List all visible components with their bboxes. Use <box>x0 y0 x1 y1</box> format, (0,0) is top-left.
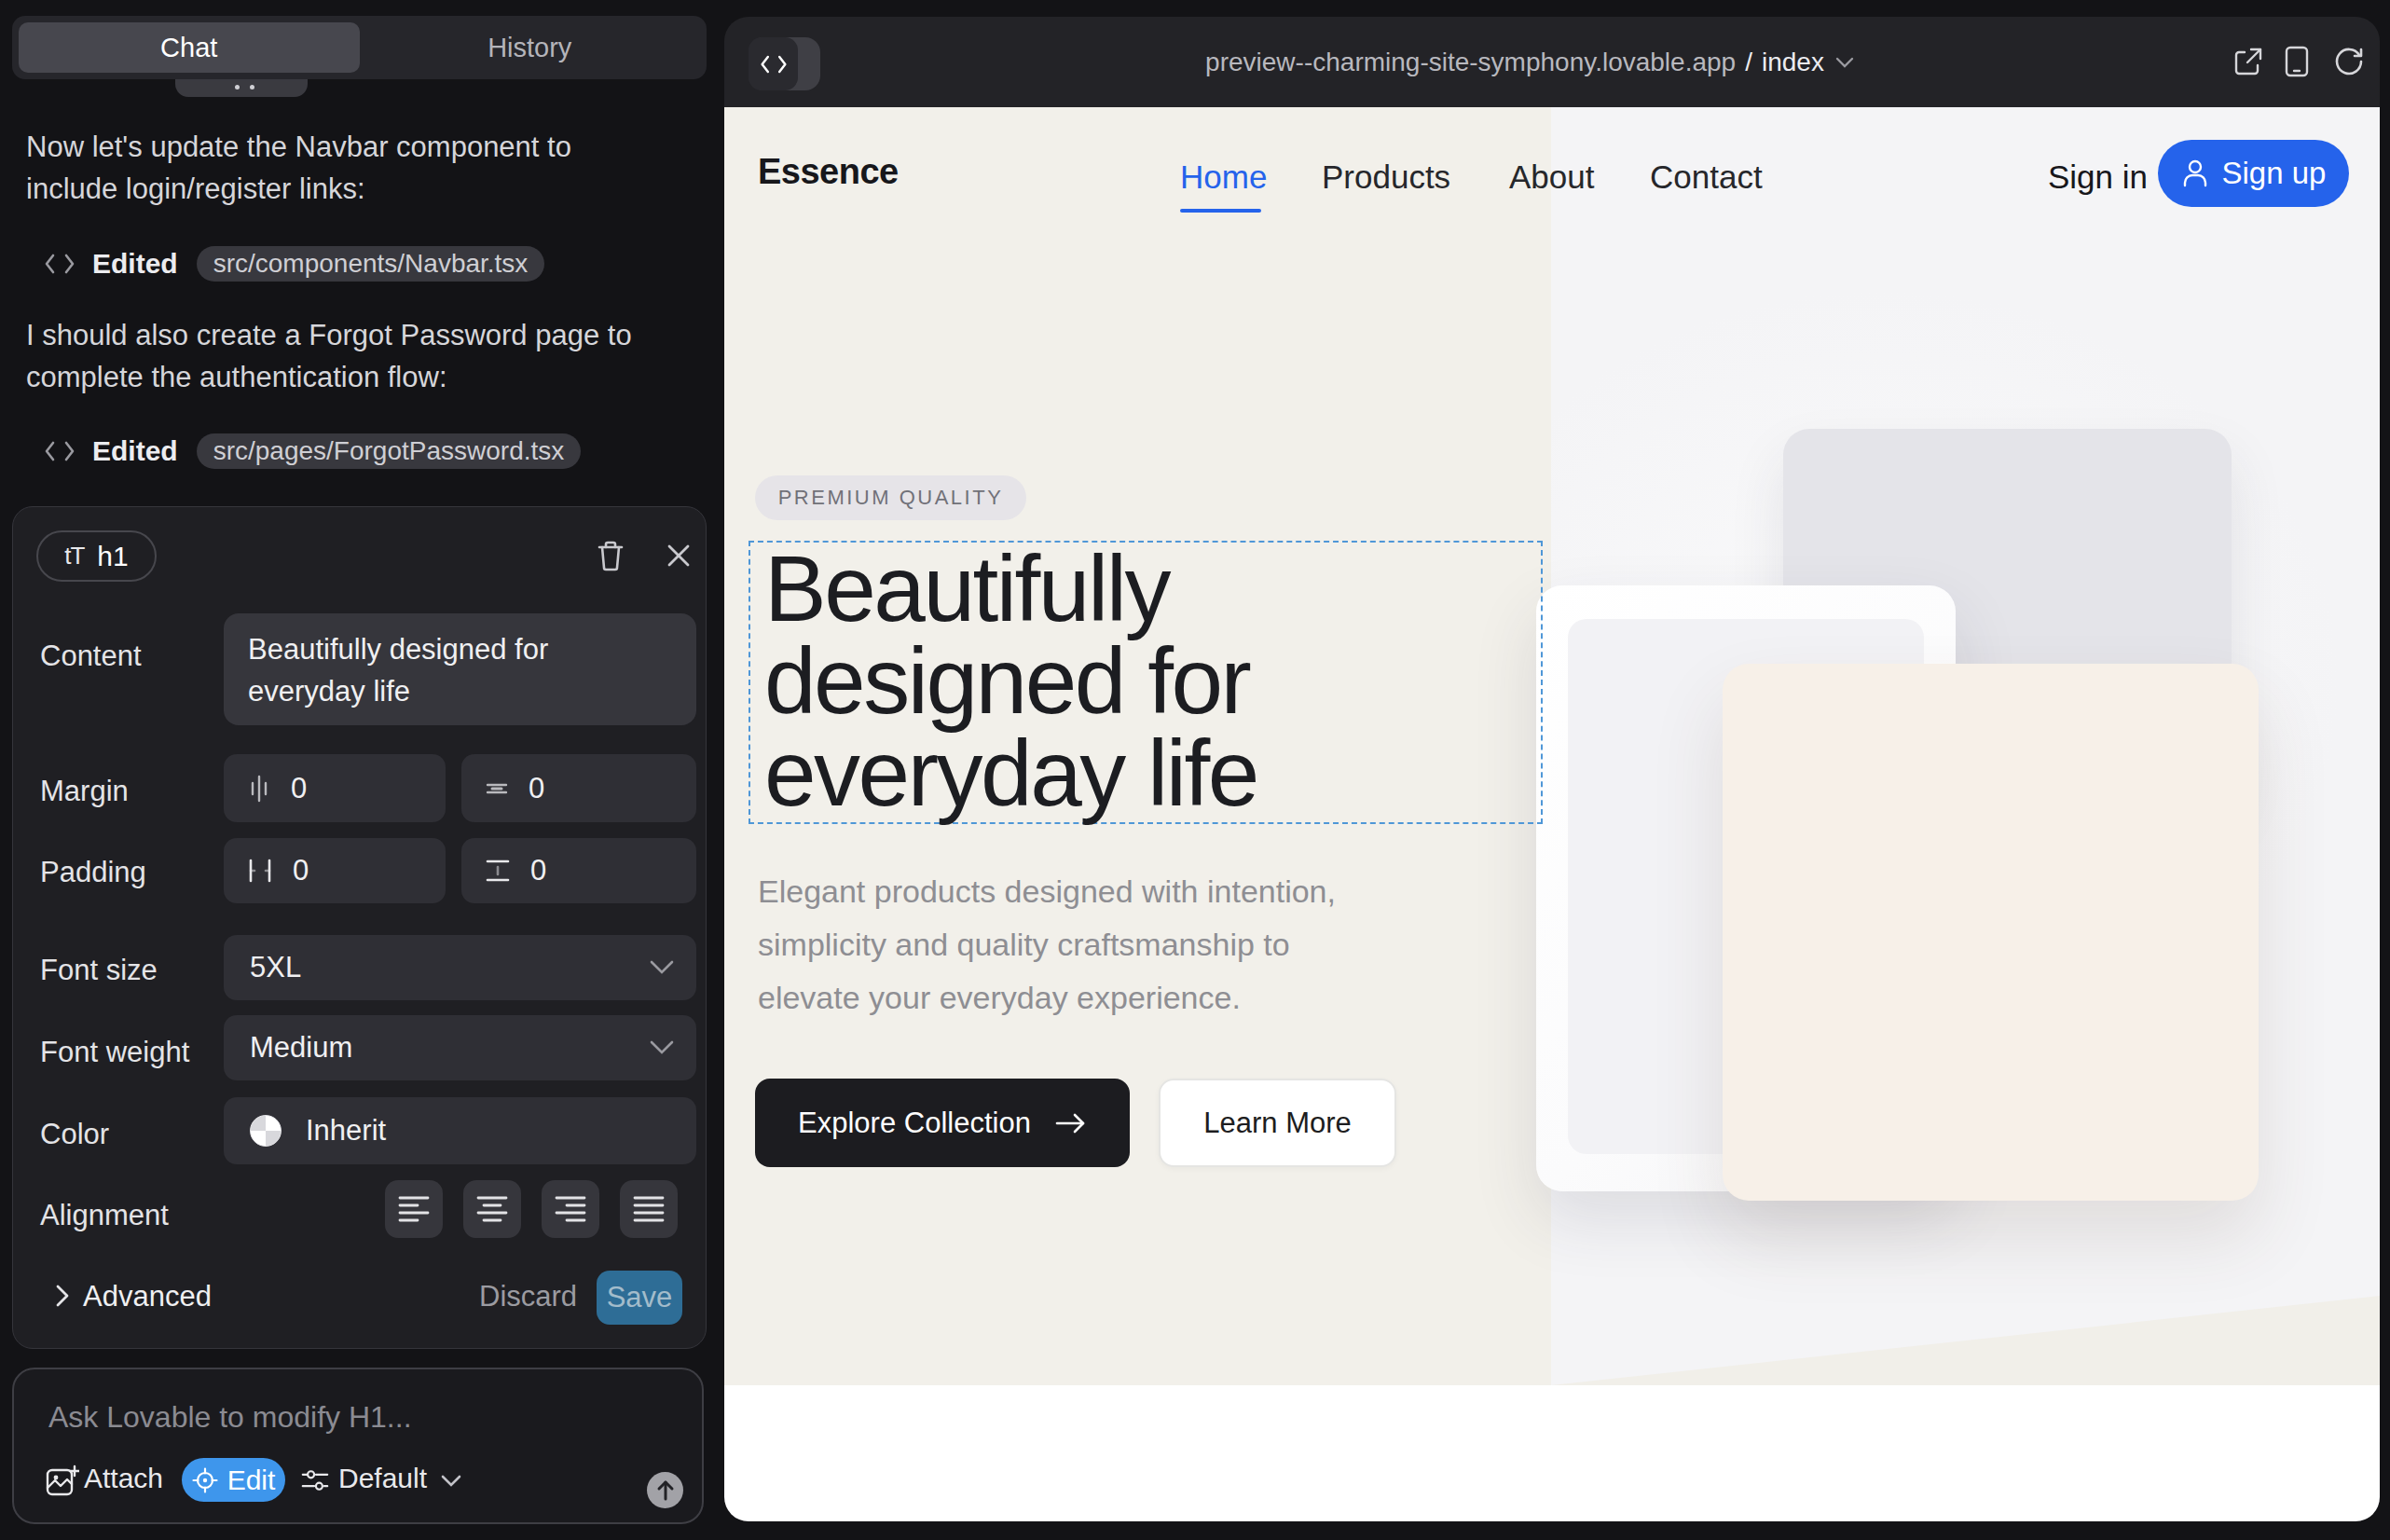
alignment-label: Alignment <box>40 1199 169 1232</box>
url-domain: preview--charming-site-symphony.lovable.… <box>1205 48 1736 77</box>
sliders-icon <box>301 1466 329 1494</box>
url-separator: / <box>1745 48 1752 77</box>
attach-button[interactable]: Attach <box>84 1463 163 1494</box>
discard-button[interactable]: Discard <box>479 1280 577 1313</box>
url-bar[interactable]: preview--charming-site-symphony.lovable.… <box>724 17 2380 107</box>
chat-history-tabs: Chat History <box>12 16 707 79</box>
padding-y-input[interactable]: 0 <box>461 838 696 903</box>
font-weight-label: Font weight <box>40 1036 189 1069</box>
arrow-right-icon <box>1055 1112 1087 1134</box>
margin-x-input[interactable]: 0 <box>224 754 446 822</box>
color-select[interactable]: Inherit <box>224 1097 696 1164</box>
element-tag-label: h1 <box>97 541 128 572</box>
code-icon <box>44 440 76 462</box>
learn-more-button[interactable]: Learn More <box>1159 1079 1396 1167</box>
edited-file-badge[interactable]: src/pages/ForgotPassword.tsx <box>197 433 582 469</box>
align-left-button[interactable] <box>385 1180 443 1238</box>
edit-mode-button[interactable]: Edit <box>182 1458 285 1502</box>
lovable-app: Chat History Now let's update the Navbar… <box>0 0 2390 1540</box>
open-external-icon[interactable] <box>2232 46 2264 77</box>
close-icon[interactable] <box>660 537 697 574</box>
chevron-right-icon <box>54 1284 71 1308</box>
color-swatch <box>250 1115 282 1147</box>
margin-label: Margin <box>40 775 129 808</box>
font-size-label: Font size <box>40 954 158 987</box>
hero-heading[interactable]: Beautifully designed for everyday life <box>764 543 1257 819</box>
chevron-down-icon <box>441 1475 461 1488</box>
font-weight-select[interactable]: Medium <box>224 1015 696 1080</box>
nav-contact[interactable]: Contact <box>1650 158 1763 196</box>
edited-file-badge[interactable]: src/components/Navbar.tsx <box>197 246 545 282</box>
site-logo[interactable]: Essence <box>758 152 899 192</box>
signup-button[interactable]: Sign up <box>2158 140 2349 207</box>
chat-message: I should also create a Forgot Password p… <box>26 314 632 398</box>
site-preview: PREMIUM QUALITY Beautifully designed for… <box>724 107 2380 1521</box>
attach-icon <box>46 1464 79 1496</box>
padding-horizontal-icon <box>246 857 274 885</box>
align-right-button[interactable] <box>542 1180 599 1238</box>
content-label: Content <box>40 639 142 673</box>
selected-element-outline[interactable]: Beautifully designed for everyday life <box>749 541 1543 824</box>
mode-select[interactable]: Default <box>338 1463 427 1494</box>
text-type-icon: tT <box>64 542 84 571</box>
hero-paragraph: Elegant products designed with intention… <box>758 865 1336 1024</box>
composer-input[interactable]: Ask Lovable to modify H1... <box>48 1400 412 1435</box>
chat-message: Now let's update the Navbar component to… <box>26 126 571 210</box>
explore-collection-button[interactable]: Explore Collection <box>755 1079 1130 1167</box>
chevron-down-icon <box>650 960 674 975</box>
arrow-up-icon <box>656 1479 675 1502</box>
nav-home[interactable]: Home <box>1180 158 1267 196</box>
url-page: index <box>1762 48 1824 77</box>
element-editor-panel: tT h1 Content Beautifully designed for e… <box>12 506 707 1349</box>
save-button[interactable]: Save <box>597 1271 682 1325</box>
nav-products[interactable]: Products <box>1322 158 1450 196</box>
align-center-button[interactable] <box>463 1180 521 1238</box>
edited-label: Edited <box>92 248 178 280</box>
delete-icon[interactable] <box>592 537 629 574</box>
send-button[interactable] <box>647 1472 683 1508</box>
signin-link[interactable]: Sign in <box>2048 158 2148 196</box>
mobile-view-icon[interactable] <box>2284 46 2310 77</box>
content-input[interactable]: Beautifully designed for everyday life <box>224 613 696 725</box>
chat-composer: Ask Lovable to modify H1... Attach Edit … <box>12 1368 704 1524</box>
font-size-select[interactable]: 5XL <box>224 935 696 1000</box>
element-tag-pill[interactable]: tT h1 <box>36 530 157 582</box>
code-icon <box>44 253 76 275</box>
margin-y-input[interactable]: 0 <box>461 754 696 822</box>
margin-horizontal-icon <box>246 775 272 803</box>
edited-file-row: Edited src/pages/ForgotPassword.tsx <box>44 433 581 469</box>
edited-file-row: Edited src/components/Navbar.tsx <box>44 246 544 282</box>
user-icon <box>2181 158 2209 188</box>
tab-chat[interactable]: Chat <box>19 22 360 73</box>
padding-vertical-icon <box>484 857 512 885</box>
browser-chrome: preview--charming-site-symphony.lovable.… <box>724 17 2380 107</box>
chat-sidebar: Chat History Now let's update the Navbar… <box>0 0 725 1540</box>
refresh-icon[interactable] <box>2334 46 2364 77</box>
color-label: Color <box>40 1118 109 1151</box>
chevron-down-icon <box>1835 57 1854 68</box>
site-navbar: Essence Home Products About Contact Sign… <box>724 107 2380 247</box>
margin-vertical-icon <box>484 775 510 803</box>
padding-label: Padding <box>40 856 146 889</box>
nav-active-underline <box>1180 209 1261 213</box>
advanced-toggle[interactable]: Advanced <box>83 1280 212 1313</box>
tab-history[interactable]: History <box>360 22 701 73</box>
edited-label: Edited <box>92 435 178 467</box>
align-justify-button[interactable] <box>620 1180 678 1238</box>
padding-x-input[interactable]: 0 <box>224 838 446 903</box>
decor-card-cream <box>1723 664 2259 1201</box>
preview-panel: preview--charming-site-symphony.lovable.… <box>724 17 2380 1521</box>
truncated-chat-bubble <box>175 79 308 97</box>
quality-badge: PREMIUM QUALITY <box>755 475 1026 520</box>
target-icon <box>192 1467 218 1493</box>
nav-about[interactable]: About <box>1509 158 1594 196</box>
hero-section: PREMIUM QUALITY Beautifully designed for… <box>724 107 2380 1385</box>
chevron-down-icon <box>650 1040 674 1055</box>
